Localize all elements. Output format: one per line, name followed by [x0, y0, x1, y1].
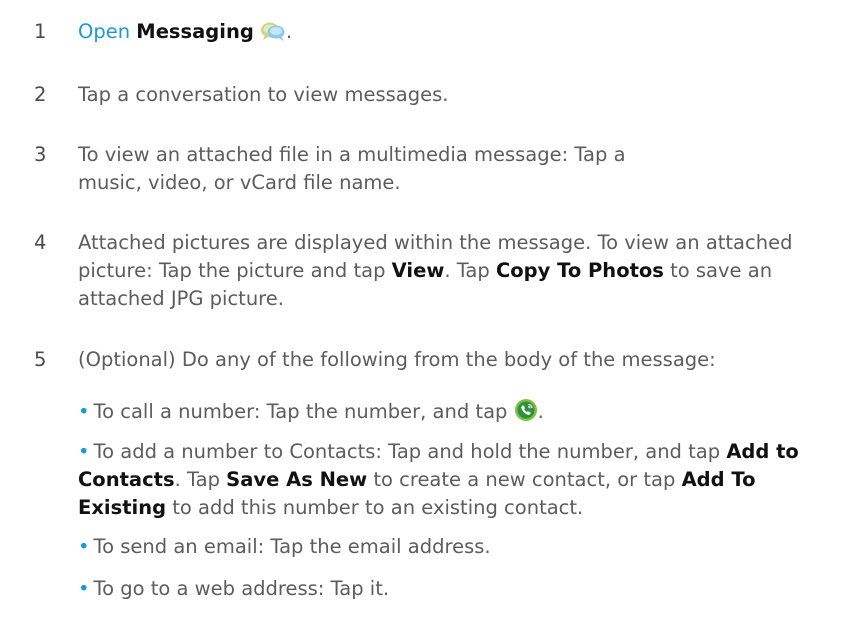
copy-to-photos-label: Copy To Photos [495, 259, 664, 282]
bullet-marker: • [78, 535, 90, 558]
step-text: Open Messaging . [78, 18, 838, 50]
step-number: 1 [34, 20, 47, 43]
step-number: 2 [34, 83, 47, 106]
step-3: 3 To view an attached file in a multimed… [0, 141, 853, 201]
step-text: Tap a conversation to view messages. [78, 83, 449, 106]
bullet-text-b: . Tap [174, 468, 227, 491]
step-1-end: . [286, 20, 293, 43]
open-link[interactable]: Open [78, 20, 130, 43]
step-5: 5 (Optional) Do any of the following fro… [0, 346, 853, 376]
bullet-text-d: to add this number to an existing contac… [166, 496, 584, 519]
view-label: View [391, 259, 445, 282]
bullet-list: • To call a number: Tap the number, and t… [78, 398, 853, 637]
list-item: • To go to a web address: Tap it. [78, 575, 838, 603]
step-1: 1 Open Messaging . [0, 18, 853, 48]
step-2: 2 Tap a conversation to view messages. [0, 81, 853, 111]
step-4-text-b: . Tap [444, 259, 496, 282]
bullet-marker: • [78, 400, 90, 423]
bullet-text-a: To add a number to Contacts: Tap and hol… [93, 440, 727, 463]
step-text: (Optional) Do any of the following from … [78, 348, 716, 371]
save-as-new-label: Save As New [226, 468, 368, 491]
bullet-text: To call a number: Tap the number, and ta… [93, 400, 514, 423]
step-text: To view an attached file in a multimedia… [78, 143, 626, 194]
phone-call-icon [514, 398, 538, 430]
messaging-bubbles-icon [260, 20, 286, 50]
step-number: 5 [34, 348, 47, 371]
step-4: 4 Attached pictures are displayed within… [0, 229, 853, 319]
step-text: Attached pictures are displayed within t… [78, 229, 848, 313]
messaging-label: Messaging [136, 20, 254, 43]
list-item: • To send an email: Tap the email address… [78, 533, 838, 561]
list-item: • To add a number to Contacts: Tap and ho… [78, 438, 848, 522]
bullet-text: To go to a web address: Tap it. [93, 577, 390, 600]
bullet-marker: • [78, 440, 90, 463]
list-item: • To call a number: Tap the number, and t… [78, 398, 838, 430]
bullet-text-c: to create a new contact, or tap [367, 468, 682, 491]
bullet-end: . [537, 400, 544, 423]
bullet-marker: • [78, 577, 90, 600]
step-number: 4 [34, 231, 47, 254]
bullet-text: To send an email: Tap the email address. [93, 535, 491, 558]
step-number: 3 [34, 143, 47, 166]
